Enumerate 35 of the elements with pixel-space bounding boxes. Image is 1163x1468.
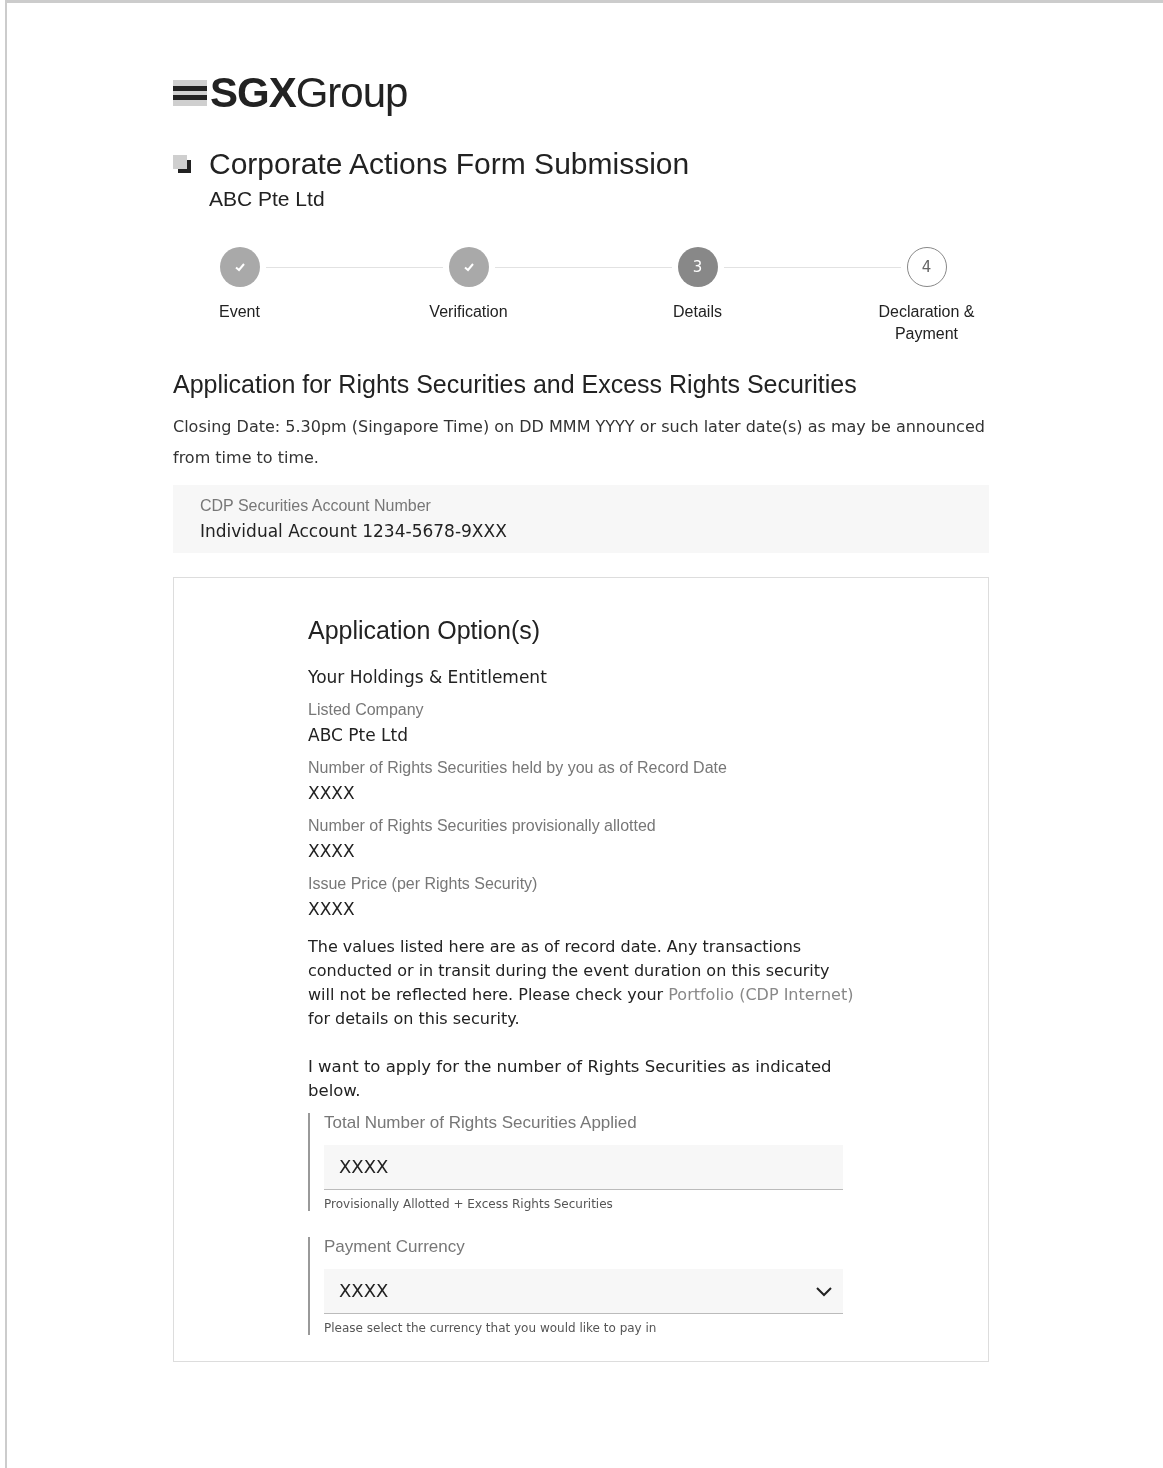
step-label: Event bbox=[218, 302, 261, 322]
company-name: ABC Pte Ltd bbox=[209, 187, 326, 211]
input-hint: Provisionally Allotted + Excess Rights Securities bbox=[324, 1196, 614, 1211]
field-value: XXXX bbox=[308, 840, 356, 861]
field-value: XXXX bbox=[308, 782, 356, 803]
input-label: Payment Currency bbox=[324, 1236, 466, 1257]
field-value: ABC Pte Ltd bbox=[308, 724, 409, 745]
note-paragraph: The values listed here are as of record date. Any transactions conducted or in transit during the event duration on this security will not be reflected here. Please check your Portfolio (CDP Internet) for details on this security. bbox=[308, 935, 855, 1030]
chevron-down-icon bbox=[815, 1284, 833, 1297]
square-icon bbox=[173, 155, 191, 173]
step-indicator: 3 bbox=[677, 247, 718, 287]
field-label: Issue Price (per Rights Security) bbox=[308, 874, 539, 893]
currency-select[interactable]: XXXX bbox=[324, 1268, 843, 1314]
account-label: CDP Securities Account Number bbox=[200, 496, 432, 515]
step-label: Details bbox=[672, 302, 723, 322]
logo-icon bbox=[173, 80, 207, 106]
input-label: Total Number of Rights Securities Applied bbox=[324, 1112, 638, 1133]
field-label: Number of Rights Securities held by you as of Record Date bbox=[308, 758, 728, 777]
closing-date-text: Closing Date: 5.30pm (Singapore Time) on DD MMM YYYY or such later date(s) as may be announced from time to time. bbox=[173, 415, 986, 469]
step-indicator: 4 bbox=[906, 247, 947, 287]
section-title: Application for Rights Securities and Excess Rights Securities bbox=[173, 369, 858, 399]
input-hint: Please select the currency that you would like to pay in bbox=[324, 1320, 658, 1335]
field-value: XXXX bbox=[308, 898, 356, 919]
field-label: Number of Rights Securities provisionally allotted bbox=[308, 816, 657, 835]
page-title: Corporate Actions Form Submission bbox=[209, 147, 690, 181]
account-value: Individual Account 1234-5678-9XXX bbox=[200, 520, 508, 541]
card-title: Application Option(s) bbox=[308, 615, 542, 645]
field-label: Listed Company bbox=[308, 700, 425, 719]
apply-text: I want to apply for the number of Rights Securities as indicated below. bbox=[308, 1055, 833, 1102]
step-label: Declaration & Payment bbox=[877, 302, 976, 345]
card-subtitle: Your Holdings & Entitlement bbox=[308, 666, 548, 687]
input-field[interactable]: XXXX bbox=[324, 1144, 843, 1190]
portfolio-link[interactable]: Portfolio (CDP Internet) bbox=[668, 984, 854, 1004]
logo-text: SGXGroup bbox=[210, 69, 408, 117]
step-label: Verification bbox=[428, 302, 509, 322]
